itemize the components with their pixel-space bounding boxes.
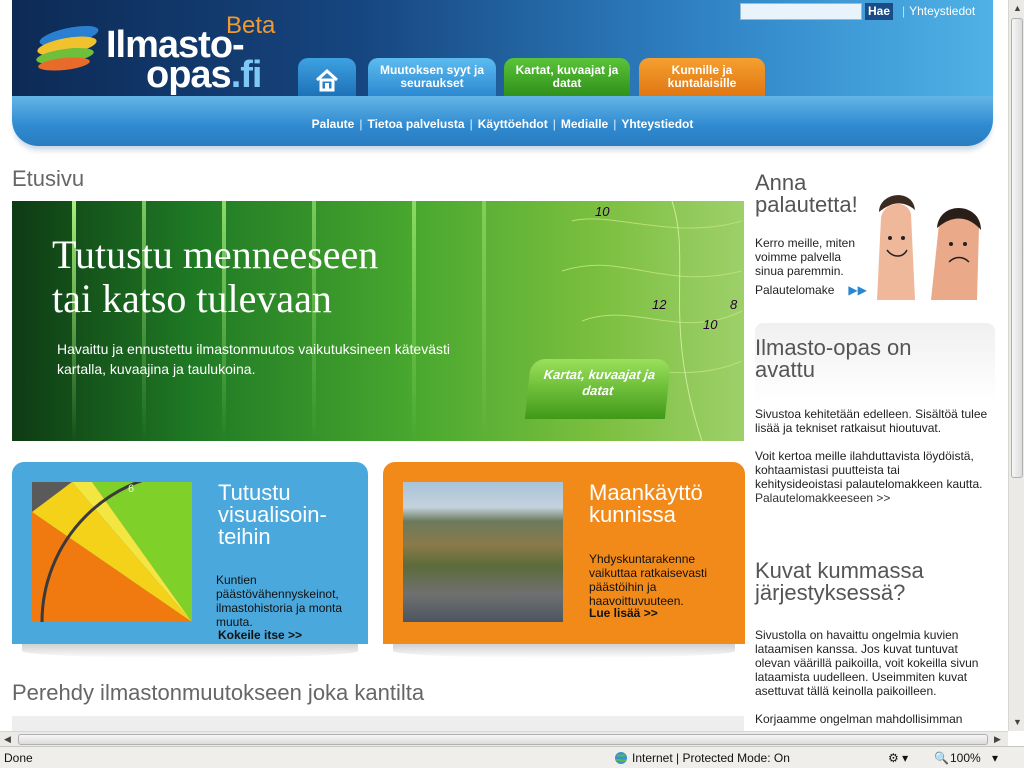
hero-title-line2: tai katso tulevaan — [52, 276, 332, 321]
logo-text-opas: opas — [146, 54, 232, 96]
gauge-chart-image: 6 — [32, 482, 192, 622]
sub-navigation-links: Palaute | Tietoa palvelusta | Käyttöehdot | Me… — [12, 96, 993, 138]
tab-municipalities[interactable]: Kunnille ja kuntalaisille — [639, 58, 765, 98]
visualisations-more-link[interactable]: Kokeile itse >> — [218, 628, 302, 642]
logo-text-tld: .fi — [230, 54, 263, 96]
subnav-about-link[interactable]: Tietoa palvelusta — [367, 117, 464, 131]
globe-icon — [614, 751, 628, 768]
feedback-link-label: Palautelomake — [755, 283, 835, 297]
tab-maps-graphs-data[interactable]: Kartat, kuvaajat ja datat — [504, 58, 630, 98]
map-contour-label: 10 — [595, 204, 610, 219]
top-contact-link[interactable]: Yhteystiedot — [909, 4, 975, 18]
gauge-chart-graphic: 6 — [32, 482, 192, 622]
map-contour-label: 12 — [652, 297, 667, 312]
image-order-text1: Sivustolla on havaittu ongelmia kuvien l… — [755, 628, 979, 698]
land-use-text: Yhdyskuntarakenne vaikuttaa ratkaisevast… — [589, 552, 708, 608]
subnav-terms-link[interactable]: Käyttöehdot — [478, 117, 548, 131]
hero-title-line1: Tutustu menneeseen — [52, 232, 379, 277]
search-button[interactable]: Hae — [865, 3, 893, 20]
zoom-icon: 🔍 — [934, 751, 949, 765]
hero-maps-button[interactable]: Kartat, kuvaajat ja datat — [524, 359, 672, 419]
search-input[interactable] — [740, 3, 862, 20]
home-icon — [315, 68, 339, 92]
feedback-text: Kerro meille, miten voimme palvella sinu… — [755, 236, 856, 278]
site-opened-text1: Sivustoa kehitetään edelleen. Sisältöä t… — [755, 407, 988, 435]
card-shadow — [393, 644, 735, 658]
horizontal-scrollbar[interactable]: ◀ ▶ — [0, 731, 1008, 746]
visualisations-card[interactable]: 6 Tutustu visualisoin- teihin Kuntien pä… — [12, 462, 368, 644]
section-content-strip — [12, 716, 744, 731]
gauge-number-label: 6 — [128, 483, 134, 495]
site-opened-text2-body: Voit kertoa meille ilahduttavista löydöi… — [755, 449, 983, 491]
site-header: Ilmasto- opas.fi Beta Hae | Yhteystiedot … — [12, 0, 993, 150]
city-aerial-photo — [403, 482, 563, 622]
zoom-level[interactable]: 100% — [950, 751, 981, 765]
scroll-down-icon[interactable]: ▼ — [1013, 717, 1022, 727]
zoom-dropdown-icon[interactable]: ▾ — [992, 751, 998, 765]
card-shadow — [22, 644, 358, 658]
double-arrow-icon: ▶▶ — [848, 283, 867, 297]
finger-faces-image — [877, 195, 981, 300]
logo-swirl-icon — [36, 25, 99, 71]
land-use-card[interactable]: Maankäyttö kunnissa Yhdyskuntarakenne va… — [383, 462, 745, 644]
vertical-scroll-thumb[interactable] — [1011, 18, 1023, 478]
land-use-more-link[interactable]: Lue lisää >> — [589, 606, 658, 620]
feedback-form-link[interactable]: Palautelomakkeeseen >> — [755, 491, 890, 505]
browser-viewport: Ilmasto- opas.fi Beta Hae | Yhteystiedot … — [0, 0, 1008, 731]
subnav-contact-link[interactable]: Yhteystiedot — [621, 117, 693, 131]
logo-text-line2: opas.fi — [146, 54, 263, 97]
subnav-divider: | — [359, 117, 363, 131]
subnav-feedback-link[interactable]: Palaute — [312, 117, 355, 131]
hero-banner[interactable]: 10 12 8 10 Tutustu menneeseen tai katso … — [12, 201, 744, 441]
scroll-right-icon[interactable]: ▶ — [994, 734, 1001, 745]
subnav-divider: | — [469, 117, 473, 131]
map-contour-label: 8 — [730, 297, 738, 312]
subnav-divider: | — [613, 117, 617, 131]
site-logo[interactable]: Ilmasto- opas.fi Beta — [34, 10, 294, 96]
feedback-title: Anna palautetta! — [755, 170, 858, 217]
browser-status-bar: Done Internet | Protected Mode: On ⚙ ▾ 🔍… — [0, 746, 1024, 768]
scroll-left-icon[interactable]: ◀ — [4, 734, 11, 745]
protected-mode-icon[interactable]: ⚙ ▾ — [888, 751, 908, 765]
feedback-link[interactable]: Palautelomake ▶▶ — [755, 283, 867, 297]
hero-light-beam — [482, 201, 486, 441]
map-contour-label: 10 — [703, 317, 718, 332]
visualisations-title: Tutustu visualisoin- teihin — [218, 480, 327, 549]
image-order-title: Kuvat kummassa järjestyksessä? — [755, 558, 924, 605]
sub-navigation: Palaute | Tietoa palvelusta | Käyttöehdot | Me… — [12, 96, 993, 146]
subnav-divider: | — [552, 117, 556, 131]
tab-causes-and-effects[interactable]: Muutoksen syyt ja seuraukset — [368, 58, 496, 98]
section-title: Perehdy ilmastonmuutokseen joka kantilta — [12, 680, 425, 705]
image-order-box: Kuvat kummassa järjestyksessä? Sivustoll… — [755, 558, 995, 727]
scroll-up-icon[interactable]: ▲ — [1013, 3, 1022, 13]
hero-description: Havaittu ja ennustettu ilmastonmuutos va… — [57, 341, 450, 377]
site-opened-title: Ilmasto-opas on avattu — [755, 335, 912, 382]
page-title: Etusivu — [12, 166, 85, 191]
site-opened-text2: Voit kertoa meille ilahduttavista löydöi… — [755, 449, 985, 505]
beta-label: Beta — [226, 12, 276, 39]
top-divider: | — [902, 4, 906, 18]
feedback-box: Anna palautetta! Kerro meille, miten voi… — [755, 172, 995, 302]
security-zone-text: Internet | Protected Mode: On — [632, 751, 790, 765]
vertical-scrollbar[interactable]: ▲ ▼ — [1008, 0, 1024, 731]
horizontal-scroll-thumb[interactable] — [18, 734, 988, 745]
hero-title: Tutustu menneeseen tai katso tulevaan — [52, 233, 378, 321]
top-contact-link-wrap: | Yhteystiedot — [902, 4, 975, 18]
visualisations-text: Kuntien päästövähennyskeinot, ilmastohis… — [216, 573, 343, 629]
status-text: Done — [4, 751, 33, 765]
tab-home[interactable] — [298, 58, 356, 98]
hero-light-beam — [412, 201, 416, 441]
subnav-media-link[interactable]: Medialle — [561, 117, 608, 131]
image-order-text2: Korjaamme ongelman mahdollisimman — [755, 712, 963, 726]
site-opened-box: Ilmasto-opas on avattu Sivustoa kehitetä… — [755, 323, 995, 553]
land-use-title: Maankäyttö kunnissa — [589, 480, 703, 527]
